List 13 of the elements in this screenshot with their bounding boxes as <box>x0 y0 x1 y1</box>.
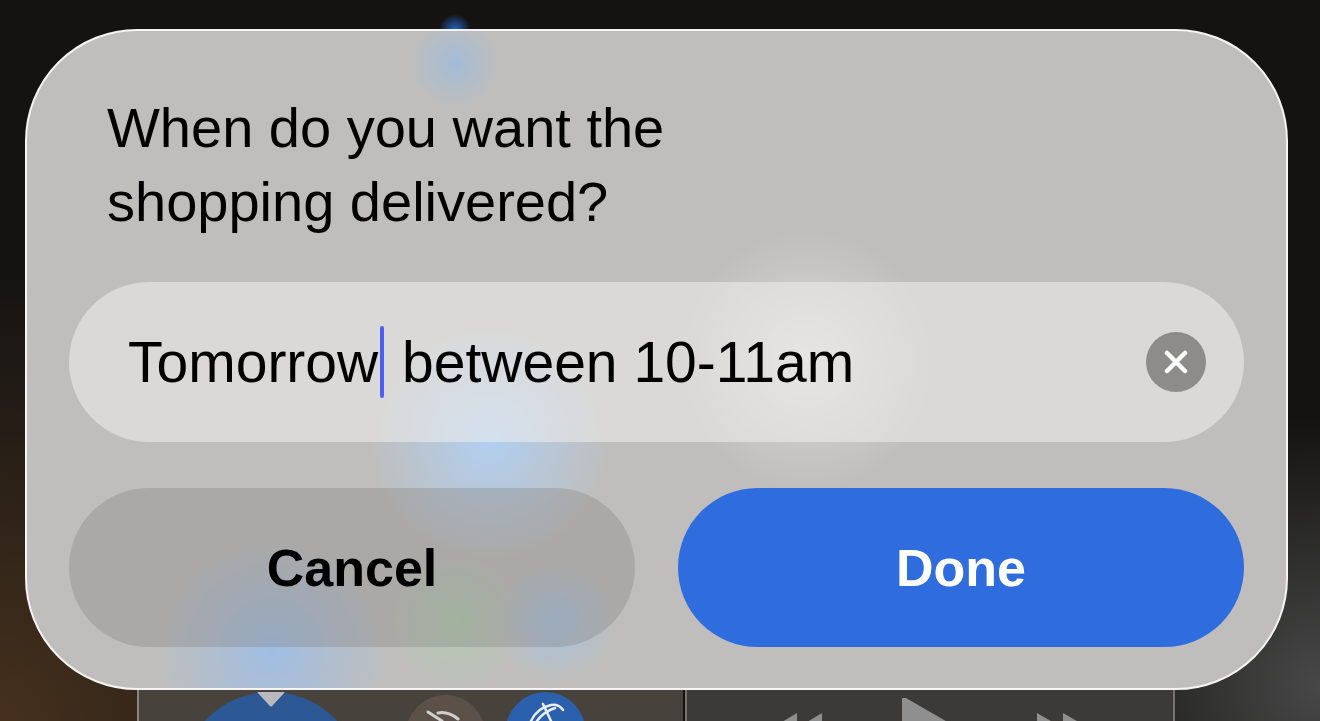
input-field[interactable]: Tomorrow between 10-11am <box>69 282 1244 442</box>
diamond-icon <box>257 692 285 707</box>
clear-button[interactable] <box>1146 332 1206 392</box>
close-icon <box>1164 350 1188 374</box>
toggle-button[interactable] <box>507 692 584 721</box>
toggle-button[interactable] <box>205 692 337 721</box>
dialog-title: When do you want the shopping delivered? <box>106 95 666 235</box>
globe-icon <box>529 702 565 721</box>
done-button[interactable]: Done <box>678 488 1244 647</box>
toggle-button[interactable] <box>408 695 483 721</box>
slash-icon <box>426 710 460 721</box>
play-icon[interactable] <box>902 698 947 721</box>
cancel-button[interactable]: Cancel <box>69 488 635 647</box>
